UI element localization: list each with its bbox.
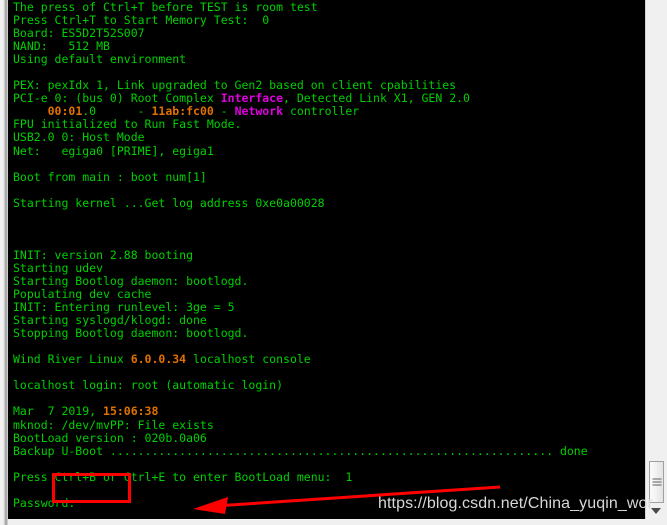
terminal-line: Backup U-Boot ..........................… <box>13 443 588 458</box>
terminal-output-area[interactable]: The press of Ctrl+T before TEST is room … <box>8 0 645 519</box>
scrollbar-track[interactable] <box>646 0 667 519</box>
terminal-line: Press Ctrl+B or Ctrl+E to enter BootLoad… <box>13 469 353 484</box>
terminal-line: Net: egiga0 [PRIME], egiga1 <box>13 143 214 158</box>
watermark-text: https://blog.csdn.net/China_yuqin_wor <box>378 495 653 512</box>
terminal-line: localhost login: root (automatic login) <box>13 378 284 393</box>
terminal-line: Boot from main : boot num[1] <box>13 169 207 184</box>
terminal-lines-container: The press of Ctrl+T before TEST is room … <box>8 0 645 510</box>
vertical-scrollbar[interactable] <box>645 0 667 519</box>
terminal-line: Wind River Linux 6.0.0.34 localhost cons… <box>13 352 311 367</box>
terminal-line: Using default environment <box>13 52 187 67</box>
terminal-line: Stopping Bootlog daemon: bootlogd. <box>13 326 249 341</box>
window-frame-left-edge <box>0 0 8 525</box>
terminal-window: The press of Ctrl+T before TEST is room … <box>0 0 667 525</box>
terminal-line: Starting kernel ...Get log address 0xe0a… <box>13 195 325 210</box>
scrollbar-grip-icon <box>652 478 661 486</box>
terminal-line: INIT: version 2.88 booting <box>13 247 194 262</box>
